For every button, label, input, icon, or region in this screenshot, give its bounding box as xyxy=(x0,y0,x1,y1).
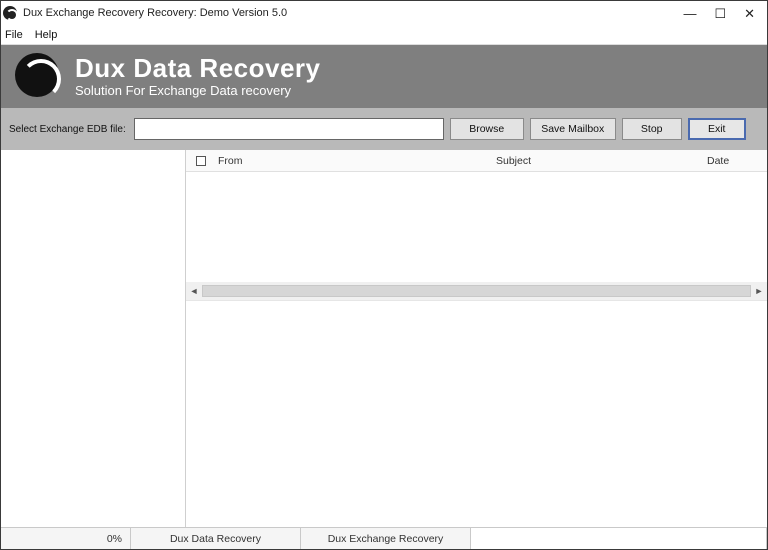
maximize-button[interactable]: ☐ xyxy=(714,7,726,20)
body-area: From Subject Date ◄ ► xyxy=(1,150,767,527)
status-progress: 0% xyxy=(1,528,131,549)
edb-file-input[interactable] xyxy=(134,118,444,140)
browse-button[interactable]: Browse xyxy=(450,118,524,140)
scroll-right-icon[interactable]: ► xyxy=(751,283,767,299)
status-brand-2: Dux Exchange Recovery xyxy=(301,528,471,549)
banner-subtitle: Solution For Exchange Data recovery xyxy=(75,83,321,98)
window-controls: — ☐ ✕ xyxy=(683,7,765,20)
minimize-button[interactable]: — xyxy=(683,7,696,20)
column-date[interactable]: Date xyxy=(707,155,767,167)
scroll-track[interactable] xyxy=(202,285,751,297)
banner: Dux Data Recovery Solution For Exchange … xyxy=(1,45,767,108)
stop-button[interactable]: Stop xyxy=(622,118,682,140)
message-list-header: From Subject Date xyxy=(186,150,767,172)
banner-text: Dux Data Recovery Solution For Exchange … xyxy=(75,55,321,98)
close-button[interactable]: ✕ xyxy=(744,7,755,20)
save-mailbox-button[interactable]: Save Mailbox xyxy=(530,118,616,140)
window-title: Dux Exchange Recovery Recovery: Demo Ver… xyxy=(23,7,683,19)
status-spacer xyxy=(471,528,767,549)
scroll-left-icon[interactable]: ◄ xyxy=(186,283,202,299)
app-window: Dux Exchange Recovery Recovery: Demo Ver… xyxy=(0,0,768,550)
menubar: File Help xyxy=(1,25,767,45)
menu-file[interactable]: File xyxy=(5,29,23,41)
banner-title: Dux Data Recovery xyxy=(75,55,321,82)
column-subject[interactable]: Subject xyxy=(496,155,707,167)
exit-button[interactable]: Exit xyxy=(688,118,746,140)
select-all-checkbox[interactable] xyxy=(186,156,216,166)
edb-file-label: Select Exchange EDB file: xyxy=(9,124,126,135)
horizontal-scrollbar[interactable]: ◄ ► xyxy=(186,282,767,300)
titlebar: Dux Exchange Recovery Recovery: Demo Ver… xyxy=(1,1,767,25)
toolbar: Select Exchange EDB file: Browse Save Ma… xyxy=(1,108,767,150)
main-panel: From Subject Date ◄ ► xyxy=(186,150,767,527)
app-icon xyxy=(3,6,17,20)
folder-tree-sidebar[interactable] xyxy=(1,150,186,527)
menu-help[interactable]: Help xyxy=(35,29,58,41)
status-brand-1: Dux Data Recovery xyxy=(131,528,301,549)
message-list-body[interactable] xyxy=(186,172,767,282)
statusbar: 0% Dux Data Recovery Dux Exchange Recove… xyxy=(1,527,767,549)
column-from[interactable]: From xyxy=(216,155,496,167)
brand-logo-icon xyxy=(15,53,65,101)
preview-pane xyxy=(186,300,767,527)
